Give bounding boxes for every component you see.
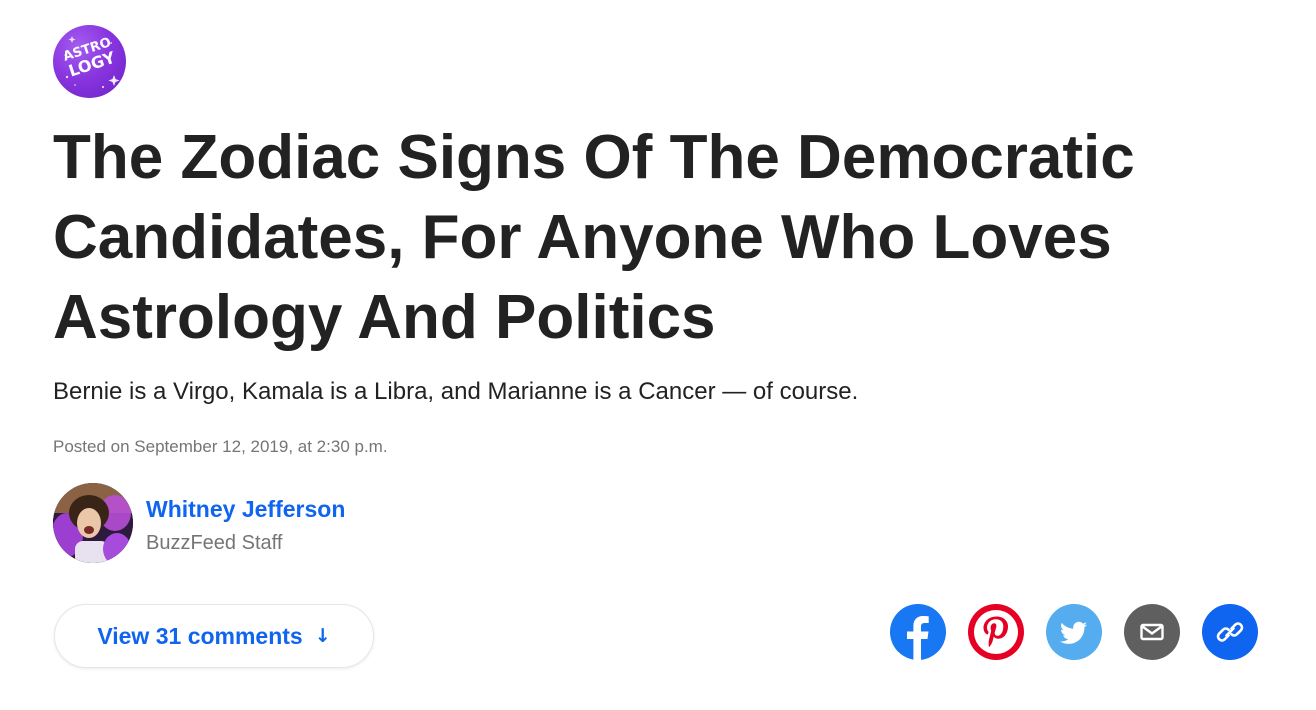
author-avatar[interactable] xyxy=(53,483,133,563)
share-copy-link-button[interactable] xyxy=(1202,604,1258,660)
article-title: The Zodiac Signs Of The Democratic Candi… xyxy=(53,123,1135,352)
email-icon xyxy=(1140,623,1164,641)
article-description: Bernie is a Virgo, Kamala is a Libra, an… xyxy=(53,378,859,405)
pinterest-icon xyxy=(974,610,1018,654)
link-icon xyxy=(1216,622,1244,642)
author-name-link[interactable]: Whitney Jefferson xyxy=(146,495,345,523)
view-comments-button[interactable]: View 31 comments ↓ xyxy=(54,604,374,668)
facebook-icon xyxy=(907,616,929,660)
author-photo-icon xyxy=(53,483,133,563)
twitter-icon xyxy=(1060,621,1087,644)
author-role: BuzzFeed Staff xyxy=(146,532,283,554)
arrow-down-icon: ↓ xyxy=(314,625,331,647)
astrology-badge-logo[interactable]: ASTRO LOGY xyxy=(53,25,126,98)
share-pinterest-button[interactable] xyxy=(968,604,1024,660)
view-comments-label: View 31 comments xyxy=(97,622,303,649)
share-facebook-button[interactable] xyxy=(890,604,946,660)
share-twitter-button[interactable] xyxy=(1046,604,1102,660)
share-email-button[interactable] xyxy=(1124,604,1180,660)
posted-timestamp: Posted on September 12, 2019, at 2:30 p.… xyxy=(53,437,388,456)
